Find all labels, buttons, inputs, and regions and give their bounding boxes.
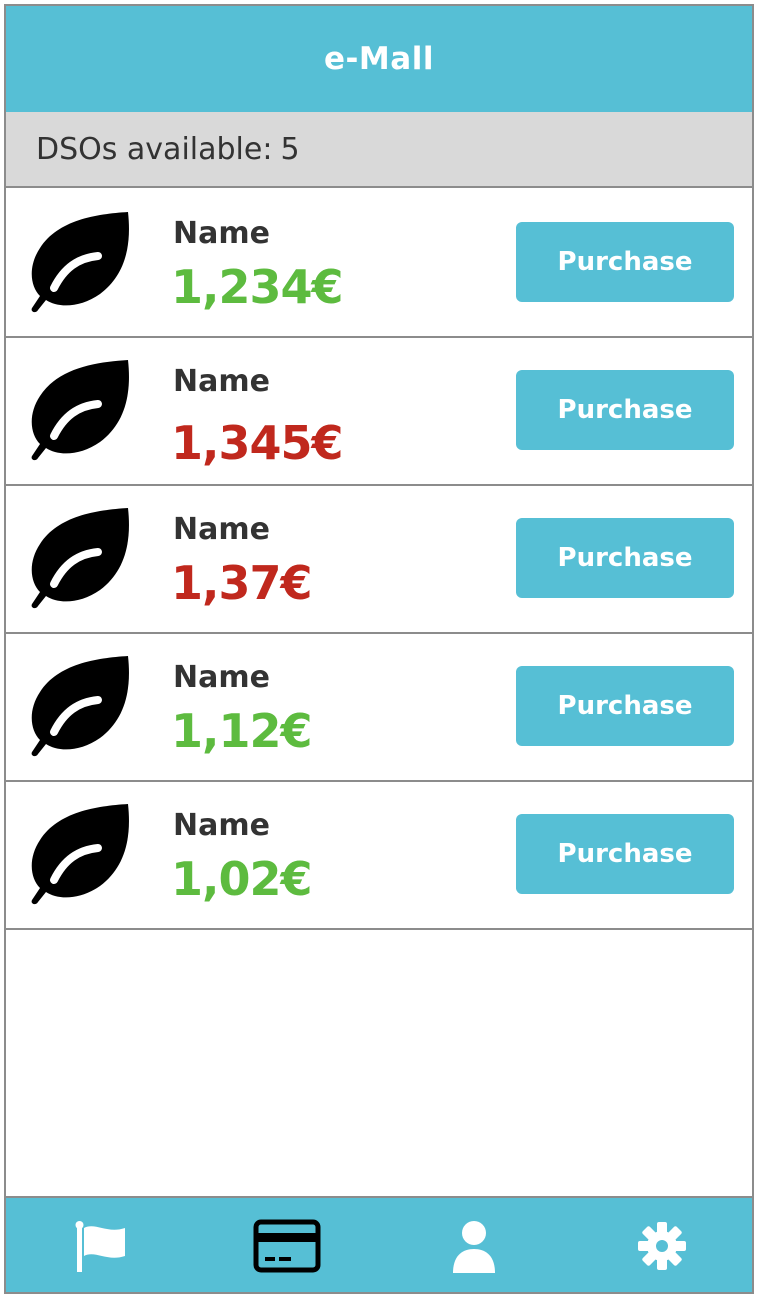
item-price: 1,37€ bbox=[171, 556, 313, 610]
app-header: e-Mall bbox=[6, 6, 752, 112]
flag-icon bbox=[75, 1221, 125, 1272]
list-item: Name 1,02€ Purchase bbox=[6, 782, 752, 930]
dso-availability-bar: DSOs available: 5 bbox=[6, 112, 752, 188]
user-icon bbox=[453, 1221, 495, 1273]
app-frame: e-Mall DSOs available: 5 Name 1,234€ Pur… bbox=[4, 4, 754, 1294]
item-price: 1,02€ bbox=[171, 852, 313, 906]
purchase-button[interactable]: Purchase bbox=[516, 814, 734, 894]
leaf-icon bbox=[31, 656, 129, 757]
gear-icon bbox=[638, 1222, 686, 1270]
list-item: Name 1,12€ Purchase bbox=[6, 634, 752, 782]
product-list: Name 1,234€ Purchase Name 1,345€ Purchas… bbox=[6, 190, 752, 930]
item-name: Name bbox=[173, 512, 270, 547]
purchase-button[interactable]: Purchase bbox=[516, 370, 734, 450]
leaf-icon bbox=[31, 508, 129, 609]
app-title: e-Mall bbox=[324, 41, 434, 77]
tab-store[interactable] bbox=[252, 1216, 322, 1276]
list-item: Name 1,345€ Purchase bbox=[6, 338, 752, 486]
tab-flag[interactable] bbox=[70, 1216, 130, 1276]
item-name: Name bbox=[173, 364, 270, 399]
item-price: 1,345€ bbox=[171, 416, 344, 470]
leaf-icon bbox=[31, 360, 129, 461]
purchase-button[interactable]: Purchase bbox=[516, 666, 734, 746]
bottom-tab-bar bbox=[6, 1196, 752, 1292]
dso-available-count: 5 bbox=[280, 131, 300, 167]
credit-card-icon bbox=[253, 1219, 321, 1273]
list-item: Name 1,234€ Purchase bbox=[6, 190, 752, 338]
item-price: 1,12€ bbox=[171, 704, 313, 758]
tab-profile[interactable] bbox=[444, 1216, 504, 1276]
purchase-button[interactable]: Purchase bbox=[516, 222, 734, 302]
leaf-icon bbox=[31, 804, 129, 905]
purchase-button[interactable]: Purchase bbox=[516, 518, 734, 598]
item-name: Name bbox=[173, 216, 270, 251]
leaf-icon bbox=[31, 212, 129, 313]
item-price: 1,234€ bbox=[171, 260, 344, 314]
tab-settings[interactable] bbox=[632, 1216, 692, 1276]
item-name: Name bbox=[173, 660, 270, 695]
item-name: Name bbox=[173, 808, 270, 843]
list-item: Name 1,37€ Purchase bbox=[6, 486, 752, 634]
dso-available-label: DSOs available: bbox=[36, 131, 273, 167]
